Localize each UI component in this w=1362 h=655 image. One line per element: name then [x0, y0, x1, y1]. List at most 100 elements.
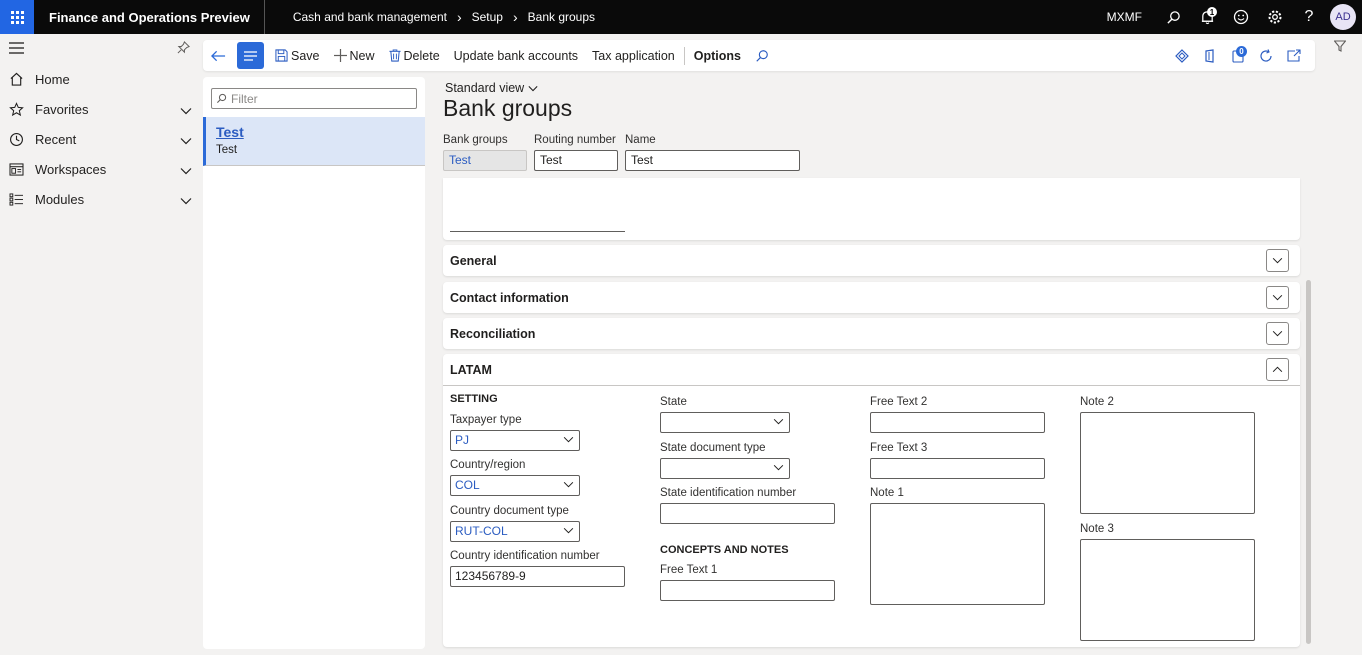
breadcrumb-item[interactable]: Bank groups — [528, 10, 595, 24]
action-search-button[interactable] — [748, 42, 779, 70]
chevron-down-icon[interactable] — [1266, 286, 1289, 309]
free-text-1-field: Free Text 1 — [660, 564, 835, 601]
state-document-type-select[interactable] — [660, 458, 790, 479]
action-pane: Save New Delete Update bank accounts Tax… — [203, 40, 1315, 71]
routing-number-input[interactable]: Test — [534, 150, 618, 171]
search-icon — [756, 49, 768, 62]
refresh-icon[interactable] — [1253, 43, 1279, 69]
chevron-down-icon[interactable] — [180, 163, 192, 178]
latam-header[interactable]: LATAM — [443, 354, 1300, 386]
app-launcher-button[interactable] — [0, 0, 34, 34]
action-menu-button[interactable] — [237, 42, 264, 69]
filter-funnel-icon[interactable] — [1333, 40, 1347, 655]
search-icon[interactable] — [1156, 0, 1190, 34]
taxpayer-type-select[interactable]: PJ — [450, 430, 580, 451]
nav-home[interactable]: Home — [0, 64, 200, 94]
hamburger-menu-icon[interactable] — [9, 41, 24, 57]
fasttab-contact-information[interactable]: Contact information — [443, 282, 1300, 313]
concepts-notes-group-title: CONCEPTS AND NOTES — [660, 544, 789, 556]
company-picker[interactable]: MXMF — [1107, 10, 1142, 24]
taxpayer-type-field: Taxpayer type PJ — [450, 414, 580, 451]
breadcrumb-item[interactable]: Setup — [472, 10, 503, 24]
note-2-field: Note 2 — [1080, 396, 1255, 514]
chevron-down-icon[interactable] — [1266, 249, 1289, 272]
blank-card — [443, 178, 1300, 240]
chevron-down-icon[interactable] — [180, 193, 192, 208]
chevron-down-icon[interactable] — [1266, 322, 1289, 345]
pin-icon[interactable] — [177, 41, 190, 57]
free-text-3-field: Free Text 3 — [870, 442, 1045, 479]
name-input[interactable]: Test — [625, 150, 800, 171]
help-icon[interactable]: ? — [1292, 0, 1326, 34]
app-title[interactable]: Finance and Operations Preview — [34, 0, 265, 34]
back-button[interactable] — [203, 42, 235, 70]
nav-label: Workspaces — [35, 161, 107, 177]
nav-workspaces[interactable]: Workspaces — [0, 154, 200, 184]
bank-groups-input[interactable]: Test — [443, 150, 527, 171]
chevron-down-icon[interactable] — [180, 103, 192, 118]
list-item-title[interactable]: Test — [216, 124, 425, 140]
routing-number-field: Routing number Test — [534, 134, 618, 171]
settings-gear-icon[interactable] — [1258, 0, 1292, 34]
note-1-field: Note 1 — [870, 487, 1045, 605]
clock-icon — [9, 132, 27, 147]
note-3-textarea[interactable] — [1080, 539, 1255, 641]
divider — [683, 46, 685, 65]
workspace-icon — [9, 162, 27, 176]
nav-favorites[interactable]: Favorites — [0, 94, 200, 124]
power-apps-diamond-icon[interactable] — [1169, 43, 1195, 69]
nav-label: Home — [35, 71, 70, 87]
feedback-smiley-icon[interactable] — [1224, 0, 1258, 34]
search-icon — [216, 93, 227, 104]
state-select[interactable] — [660, 412, 790, 433]
attachments-icon[interactable]: 0 — [1225, 43, 1251, 69]
country-document-type-select[interactable]: RUT-COL — [450, 521, 580, 542]
nav-modules[interactable]: Modules — [0, 184, 200, 214]
chevron-down-icon — [563, 436, 574, 443]
filter-input[interactable]: Filter — [211, 88, 417, 109]
fasttab-general[interactable]: General — [443, 245, 1300, 276]
office-icon[interactable] — [1197, 43, 1223, 69]
tax-application-button[interactable]: Tax application — [585, 42, 682, 70]
breadcrumb-item[interactable]: Cash and bank management — [293, 10, 447, 24]
update-bank-accounts-button[interactable]: Update bank accounts — [447, 42, 585, 70]
underline-divider — [450, 231, 625, 232]
note-1-textarea[interactable] — [870, 503, 1045, 605]
chevron-right-icon: › — [456, 9, 462, 25]
back-arrow-icon — [211, 50, 226, 61]
options-tab[interactable]: Options — [687, 42, 748, 70]
vertical-scrollbar[interactable] — [1306, 280, 1311, 644]
free-text-2-field: Free Text 2 — [870, 396, 1045, 433]
fasttab-latam: LATAM SETTING Taxpayer type PJ Country/r… — [443, 354, 1300, 647]
notification-bell-icon[interactable]: 1 — [1190, 0, 1224, 34]
view-selector[interactable]: Standard view — [445, 81, 538, 95]
chevron-down-icon — [773, 464, 784, 471]
chevron-up-icon[interactable] — [1266, 358, 1289, 381]
detail-pane: Standard view Bank groups Bank groups Te… — [443, 77, 1313, 649]
trash-icon — [388, 49, 401, 62]
plus-icon — [333, 49, 347, 62]
state-identification-number-field: State identification number — [660, 487, 835, 524]
avatar[interactable]: AD — [1330, 4, 1356, 30]
country-region-select[interactable]: COL — [450, 475, 580, 496]
new-button[interactable]: New — [327, 42, 382, 70]
lines-icon — [244, 50, 257, 61]
country-document-type-field: Country document type RUT-COL — [450, 505, 580, 542]
open-in-new-window-icon[interactable] — [1281, 43, 1307, 69]
free-text-1-input[interactable] — [660, 580, 835, 601]
state-document-type-field: State document type — [660, 442, 790, 479]
free-text-2-input[interactable] — [870, 412, 1045, 433]
nav-recent[interactable]: Recent — [0, 124, 200, 154]
delete-button[interactable]: Delete — [382, 42, 447, 70]
free-text-3-input[interactable] — [870, 458, 1045, 479]
save-button[interactable]: Save — [268, 42, 327, 70]
country-identification-number-field: Country identification number 123456789-… — [450, 550, 625, 587]
star-icon — [9, 101, 27, 117]
fasttab-reconciliation[interactable]: Reconciliation — [443, 318, 1300, 349]
country-identification-number-input[interactable]: 123456789-9 — [450, 566, 625, 587]
state-identification-number-input[interactable] — [660, 503, 835, 524]
list-item[interactable]: Test Test — [203, 117, 425, 166]
chevron-down-icon[interactable] — [180, 133, 192, 148]
note-2-textarea[interactable] — [1080, 412, 1255, 514]
chevron-down-icon — [563, 527, 574, 534]
